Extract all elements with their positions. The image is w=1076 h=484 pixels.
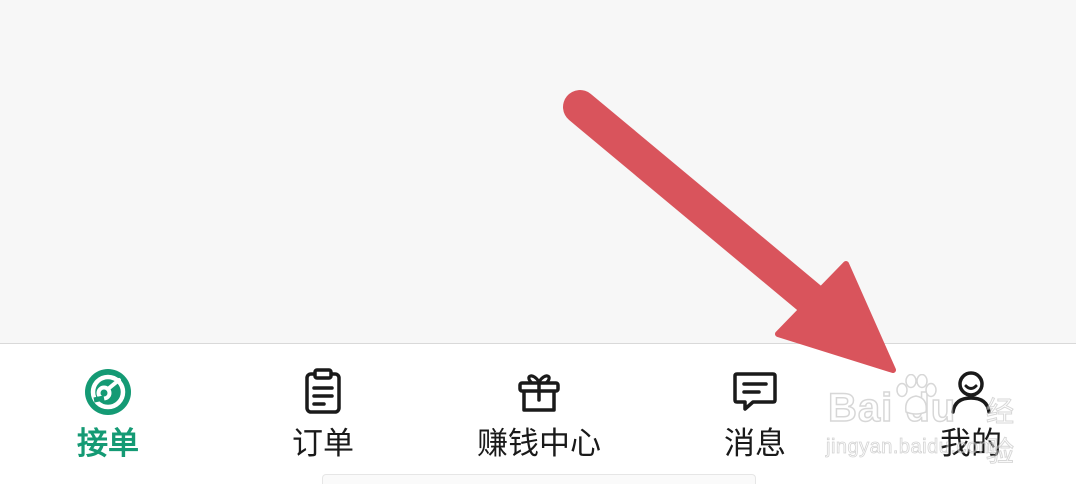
bottom-tab-bar: 接单 订单 赚钱中心 消息 我的 [0,343,1076,484]
tab-earning-center[interactable]: 赚钱中心 [439,366,639,466]
clipboard-icon [297,366,349,418]
app-screen: 接单 订单 赚钱中心 消息 我的 Bai du 经验 jingyan.baidu… [0,0,1076,484]
tab-label: 消息 [724,426,786,462]
tab-label: 我的 [940,426,1002,462]
radar-icon [82,366,134,418]
tab-label: 赚钱中心 [477,426,601,462]
tab-label: 订单 [292,426,354,462]
tab-accept-orders[interactable]: 接单 [8,366,208,466]
tab-messages[interactable]: 消息 [655,366,855,466]
content-area [0,0,1076,343]
tab-mine[interactable]: 我的 [871,366,1071,466]
tab-label: 接单 [77,426,139,462]
tab-orders[interactable]: 订单 [223,366,423,466]
bottom-sheet-edge [322,474,756,484]
gift-icon [513,366,565,418]
message-icon [729,366,781,418]
user-icon [945,366,997,418]
